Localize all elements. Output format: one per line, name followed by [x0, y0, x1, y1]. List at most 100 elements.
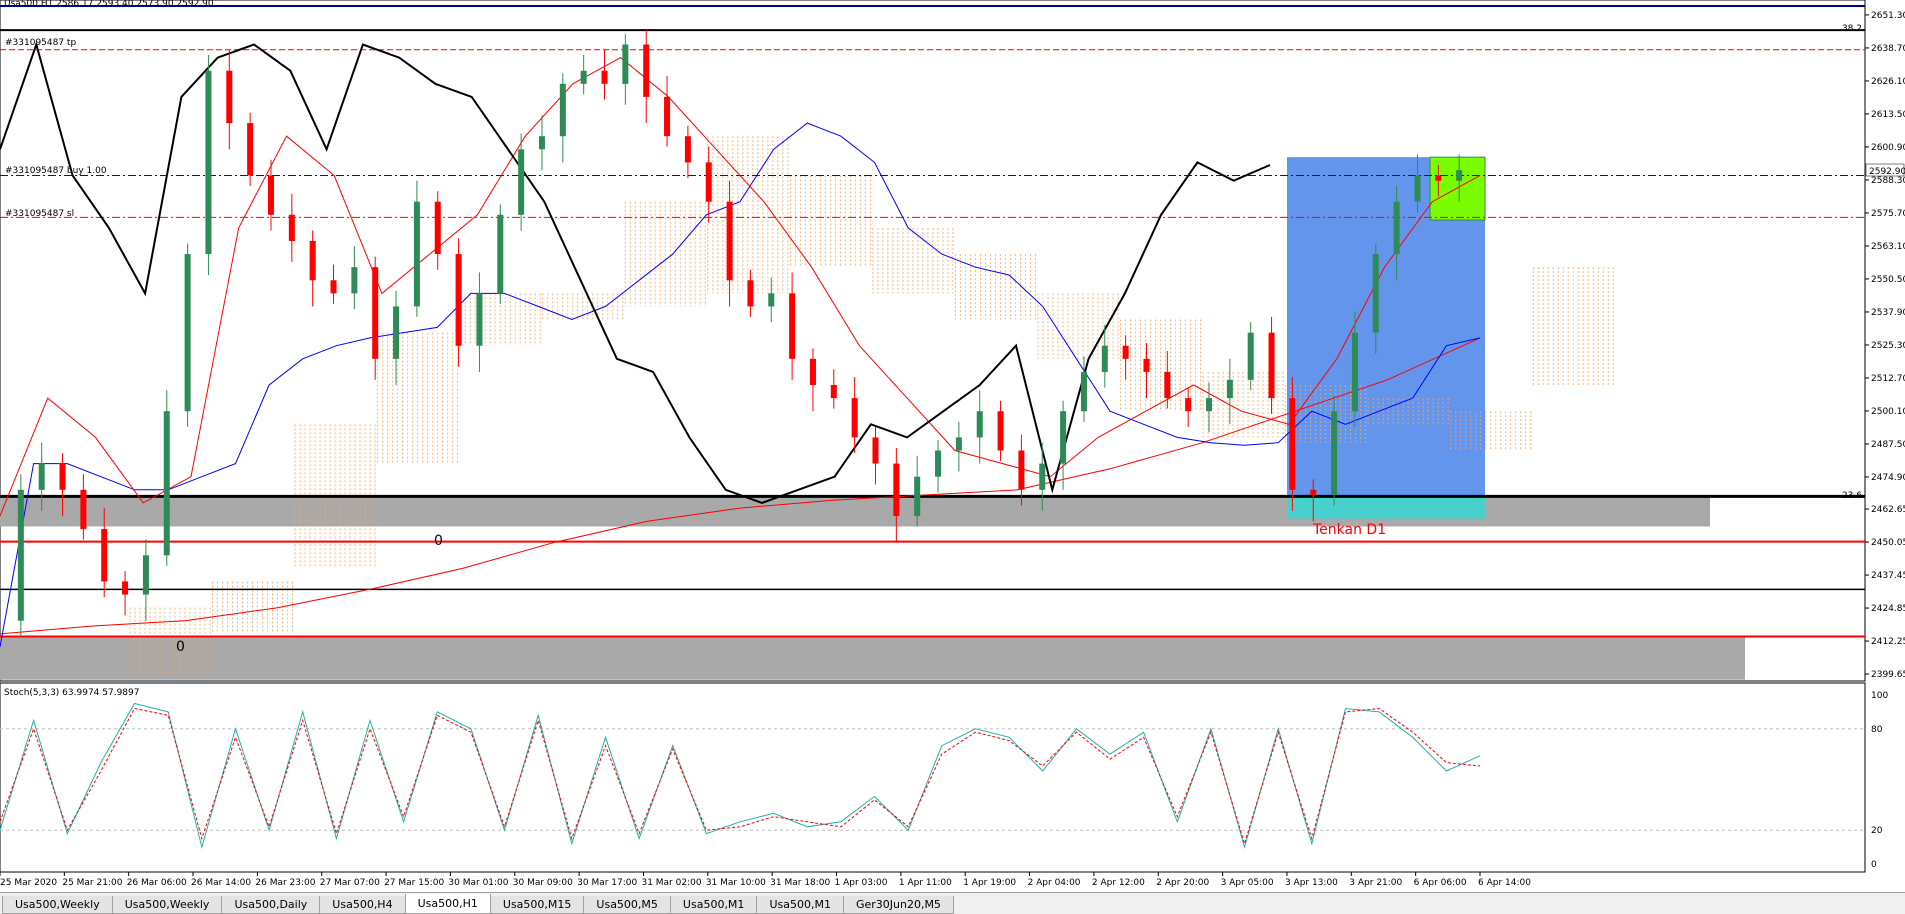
tab-ger30jun20-m5[interactable]: Ger30Jun20,M5 — [842, 896, 954, 914]
stoch-tick-label: 0 — [1871, 860, 1877, 870]
candle-body — [538, 136, 545, 150]
candle-body — [872, 437, 879, 464]
tab-usa500-weekly-2[interactable]: Usa500,Weekly — [111, 896, 223, 914]
fib-label-lower: 23.6 — [1842, 491, 1862, 501]
candle-body — [622, 44, 629, 84]
candle-body — [601, 70, 608, 84]
time-tick-label: 2 Apr 12:00 — [1092, 878, 1145, 888]
tab-usa500-h1[interactable]: Usa500,H1 — [404, 894, 491, 914]
candle-body — [747, 280, 754, 307]
candle-body — [372, 267, 379, 359]
candle-body — [1414, 175, 1421, 202]
price-tick-label: 2638.70 — [1871, 44, 1905, 54]
time-tick-label: 2 Apr 04:00 — [1028, 878, 1081, 888]
candle-body — [309, 240, 316, 281]
candle-body — [809, 358, 816, 386]
price-tick-label: 2537.90 — [1871, 308, 1905, 318]
price-tick-label: 2588.30 — [1871, 176, 1905, 186]
time-tick-label: 25 Mar 21:00 — [62, 878, 122, 888]
candle-body — [914, 476, 921, 516]
candle-body — [1372, 254, 1379, 333]
time-tick-label: 1 Apr 03:00 — [835, 878, 888, 888]
time-tick-label: 25 Mar 2020 — [0, 878, 57, 888]
candle-body — [851, 398, 858, 438]
tab-usa500-m5[interactable]: Usa500,M5 — [583, 896, 671, 914]
price-tick-label: 2450.05 — [1871, 538, 1905, 548]
candle-body — [684, 136, 691, 163]
candle-body — [955, 437, 962, 451]
gray-zone-lower — [0, 636, 1745, 680]
stoch-tick-label: 80 — [1871, 725, 1883, 735]
candle-body — [580, 70, 587, 84]
candle-body — [893, 463, 900, 516]
chart-tab-bar: Usa500,Weekly Usa500,Weekly Usa500,Daily… — [0, 892, 1905, 914]
candle-body — [1435, 175, 1442, 181]
candle-body — [1039, 463, 1046, 490]
candle-body — [434, 201, 441, 255]
candle-body — [101, 529, 108, 582]
price-tick-label: 2626.10 — [1871, 77, 1905, 87]
time-tick-label: 27 Mar 15:00 — [384, 878, 444, 888]
tab-usa500-m15[interactable]: Usa500,M15 — [489, 896, 585, 914]
price-tick-label: 2487.50 — [1871, 440, 1905, 450]
price-tick-label: 2651.30 — [1871, 11, 1905, 21]
current-price-label: 2592.90 — [1869, 167, 1905, 177]
order-sl-label: #331095487 sl — [5, 209, 74, 219]
candle-body — [80, 489, 87, 530]
time-tick-label: 3 Apr 13:00 — [1285, 878, 1338, 888]
candle-body — [830, 385, 837, 399]
candle-body — [205, 70, 212, 255]
candle-body — [1247, 332, 1254, 380]
candle-body — [226, 70, 233, 124]
time-tick-label: 1 Apr 19:00 — [963, 878, 1016, 888]
candle-body — [1060, 411, 1067, 464]
price-tick-label: 2563.10 — [1871, 242, 1905, 252]
candle-body — [789, 293, 796, 359]
candle-body — [393, 306, 400, 359]
time-tick-label: 26 Mar 06:00 — [127, 878, 187, 888]
candle-body — [1206, 398, 1213, 412]
candle-body — [1456, 170, 1463, 181]
candle-body — [768, 293, 775, 307]
price-tick-label: 2437.45 — [1871, 571, 1905, 581]
order-buy-label: #331095487 buy 1.00 — [5, 166, 107, 176]
fib-label-upper: 38.2 — [1842, 24, 1862, 34]
price-tick-label: 2474.90 — [1871, 473, 1905, 483]
tab-usa500-m1-1[interactable]: Usa500,M1 — [669, 896, 758, 914]
time-tick-label: 31 Mar 02:00 — [641, 878, 701, 888]
time-tick-label: 1 Apr 11:00 — [899, 878, 952, 888]
candle-body — [1310, 489, 1317, 496]
candle-body — [1164, 371, 1171, 399]
candle-body — [17, 489, 24, 621]
candle-body — [330, 280, 337, 294]
price-tick-label: 2575.70 — [1871, 209, 1905, 219]
price-tick-label: 2613.50 — [1871, 110, 1905, 120]
candle-body — [455, 254, 462, 346]
zero-label-2: 0 — [176, 639, 185, 655]
candle-body — [518, 149, 525, 215]
tab-usa500-m1-2[interactable]: Usa500,M1 — [756, 896, 844, 914]
time-tick-label: 27 Mar 07:00 — [320, 878, 380, 888]
candle-body — [288, 214, 295, 241]
stoch-plot-area — [0, 682, 1866, 873]
tab-usa500-daily[interactable]: Usa500,Daily — [221, 896, 321, 914]
candle-body — [1351, 332, 1358, 412]
candle-body — [184, 254, 191, 412]
candle-body — [1393, 201, 1400, 255]
candle-body — [643, 44, 650, 97]
price-tick-label: 2500.10 — [1871, 407, 1905, 417]
candle-body — [413, 201, 420, 307]
candle-body — [997, 411, 1004, 451]
price-tick-label: 2550.50 — [1871, 275, 1905, 285]
time-tick-label: 30 Mar 17:00 — [577, 878, 637, 888]
tab-usa500-h4[interactable]: Usa500,H4 — [319, 896, 406, 914]
tab-usa500-weekly-1[interactable]: Usa500,Weekly — [2, 896, 113, 914]
price-chart[interactable]: 2651.30 2638.70 2626.10 2613.50 2600.90 2588.… — [0, 0, 1905, 914]
zero-label-1: 0 — [434, 533, 443, 549]
candle-body — [1018, 450, 1025, 490]
candle-body — [935, 450, 942, 477]
time-tick-label: 31 Mar 18:00 — [770, 878, 830, 888]
candle-body — [1185, 398, 1192, 412]
time-tick-label: 6 Apr 06:00 — [1414, 878, 1467, 888]
candle-body — [1226, 379, 1233, 399]
